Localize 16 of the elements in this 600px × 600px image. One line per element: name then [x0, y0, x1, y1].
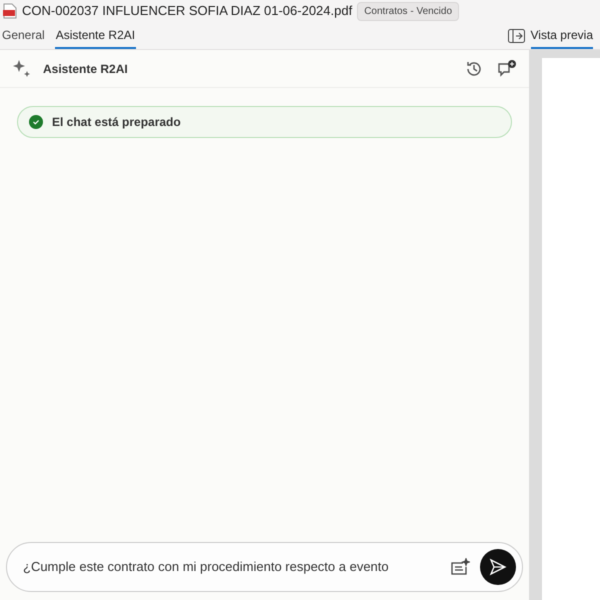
- tab[interactable]: General: [1, 26, 46, 49]
- assistant-title: Asistente R2AI: [43, 60, 128, 78]
- chat-input-field[interactable]: ¿Cumple este contrato con mi procedimiento respecto a evento: [6, 542, 523, 592]
- send-button[interactable]: [480, 549, 516, 585]
- pdf-file-icon: [3, 3, 17, 19]
- panel-toggle-icon[interactable]: [508, 29, 525, 43]
- message-input-field[interactable]: ¿Cumple este contrato con mi procedimiento respecto a evento: [23, 557, 440, 577]
- document-title: CON-002037 INFLUENCER SOFIA DIAZ 01-06-2024.pdf: [22, 2, 352, 20]
- status-badge: Contratos - Vencido: [357, 2, 460, 20]
- new-chat-icon[interactable]: [497, 60, 517, 78]
- history-icon[interactable]: [465, 60, 483, 78]
- check-circle-icon: [29, 115, 43, 129]
- prompt-sparkle-icon[interactable]: [450, 558, 470, 576]
- status-message: El chat está preparado: [52, 114, 181, 131]
- send-icon: [489, 558, 507, 576]
- sparkle-icon: [12, 58, 32, 78]
